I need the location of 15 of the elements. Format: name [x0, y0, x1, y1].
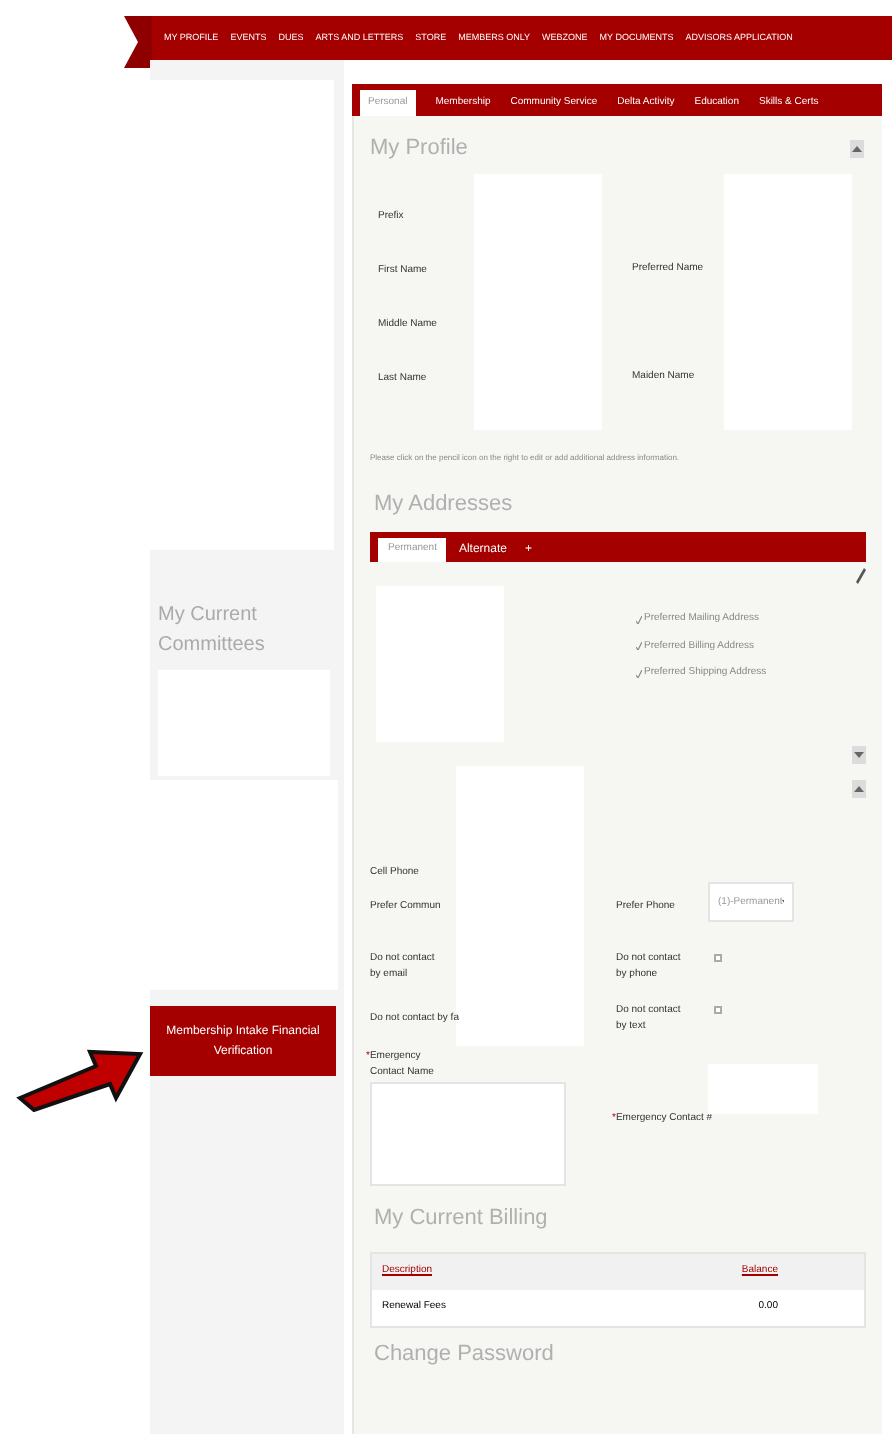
pencil-icon[interactable] [856, 568, 866, 584]
caret-icon [854, 752, 864, 758]
collapse-button[interactable] [852, 780, 866, 798]
checkbox[interactable] [714, 954, 722, 962]
section-heading: Change Password [374, 1341, 556, 1365]
caret-icon [854, 786, 864, 792]
collapse-button[interactable] [852, 746, 866, 764]
caret-icon [852, 145, 862, 152]
checkbox[interactable] [714, 1006, 722, 1014]
collapse-button[interactable] [850, 139, 864, 158]
section-heading: My Addresses [374, 489, 515, 519]
section-heading: My Current Billing [374, 1204, 550, 1234]
sidebar-heading: My Current Committees [158, 602, 267, 660]
ribbon-tail [124, 16, 152, 68]
section-heading: My Profile [370, 134, 468, 164]
